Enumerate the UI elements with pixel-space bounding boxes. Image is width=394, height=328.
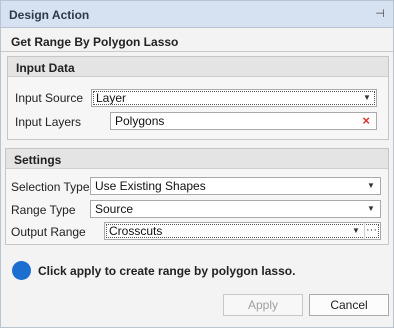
chevron-down-icon[interactable]: ▼: [364, 178, 378, 194]
clear-icon[interactable]: ×: [362, 113, 370, 129]
input-source-value: Layer: [96, 91, 127, 105]
input-data-heading: Input Data: [16, 61, 75, 75]
selection-type-dropdown[interactable]: Use Existing Shapes ▼: [90, 177, 381, 195]
range-type-value: Source: [95, 202, 134, 216]
apply-button[interactable]: Apply: [223, 294, 303, 316]
input-data-header: Input Data: [8, 57, 388, 77]
output-range-value: Crosscuts: [109, 224, 163, 238]
info-circle-icon: [12, 261, 31, 280]
settings-heading: Settings: [14, 153, 62, 167]
pin-icon[interactable]: ⊣: [373, 7, 387, 21]
chevron-down-icon[interactable]: ▼: [360, 90, 374, 106]
range-type-dropdown[interactable]: Source ▼: [90, 200, 381, 218]
selection-type-label: Selection Type: [11, 180, 90, 194]
input-layers-value: Polygons: [115, 114, 165, 128]
panel-titlebar: Design Action ⊣: [1, 1, 393, 28]
browse-ellipsis-button[interactable]: ···: [364, 223, 378, 239]
chevron-down-icon[interactable]: ▼: [350, 223, 362, 239]
range-type-label: Range Type: [11, 203, 76, 217]
output-range-label: Output Range: [11, 225, 86, 239]
divider: [1, 51, 393, 52]
input-layers-label: Input Layers: [15, 115, 82, 129]
panel-title: Design Action: [9, 8, 90, 22]
input-layers-field[interactable]: Polygons ×: [110, 112, 377, 130]
settings-header: Settings: [6, 149, 388, 169]
chevron-down-icon[interactable]: ▼: [364, 201, 378, 217]
cancel-button[interactable]: Cancel: [309, 294, 389, 316]
input-source-dropdown[interactable]: Layer ▼: [91, 89, 377, 107]
design-action-panel: Design Action ⊣ Get Range By Polygon Las…: [0, 0, 394, 328]
output-range-dropdown[interactable]: Crosscuts ▼ ···: [104, 222, 381, 240]
selection-type-value: Use Existing Shapes: [95, 179, 206, 193]
input-source-label: Input Source: [15, 91, 84, 105]
info-message: Click apply to create range by polygon l…: [38, 264, 296, 278]
action-title: Get Range By Polygon Lasso: [11, 35, 179, 49]
